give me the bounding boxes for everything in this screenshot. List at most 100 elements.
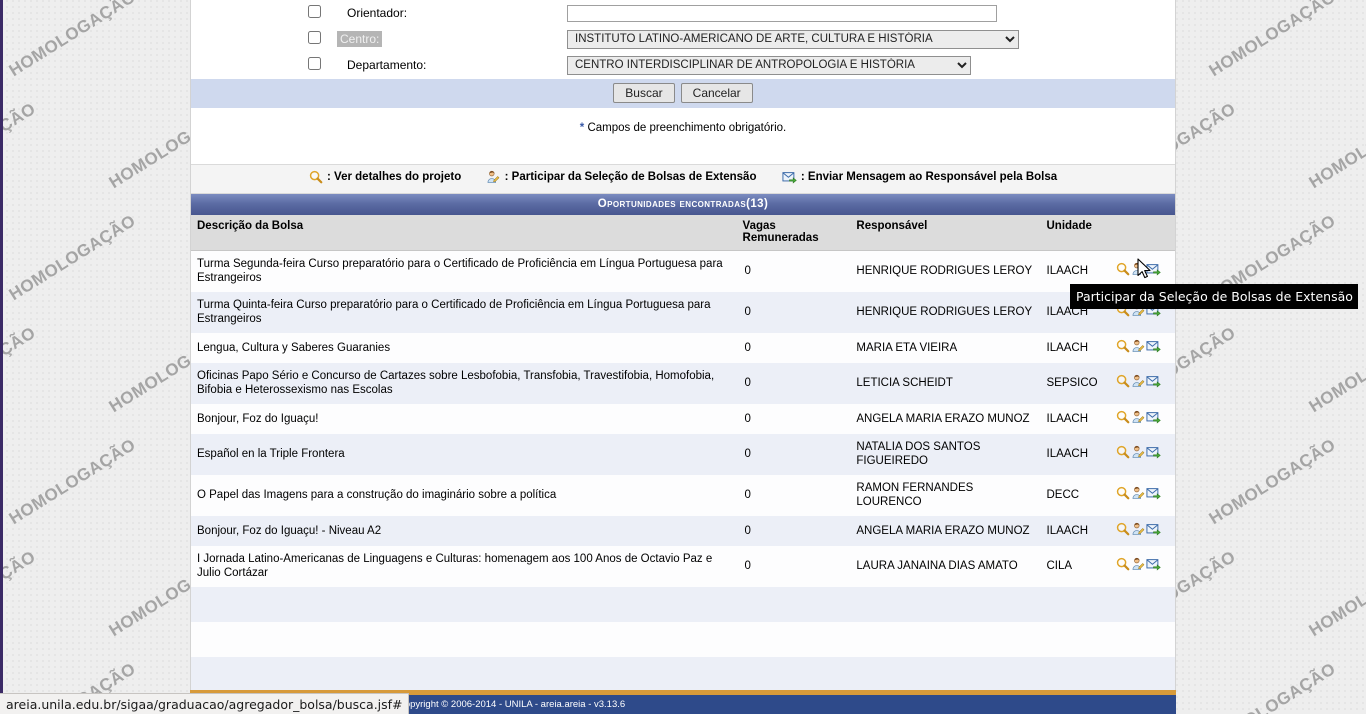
table-row: Lengua, Cultura y Saberes Guaranies 0 MARI… xyxy=(191,332,1175,363)
left-purple-border xyxy=(0,0,3,714)
cell-vagas: 0 xyxy=(744,488,751,501)
cell-vagas: 0 xyxy=(744,412,751,425)
field-cell-departamento: CENTRO INTERDISCIPLINAR DE ANTROPOLOGIA … xyxy=(567,52,1175,78)
table-row-blank xyxy=(191,656,1175,692)
field-cell-centro: INSTITUTO LATINO-AMERICANO DE ARTE, CULT… xyxy=(567,26,1175,52)
cell-vagas: 0 xyxy=(744,524,751,537)
checkbox-cell-orientador xyxy=(191,0,337,26)
form-row-departamento: Departamento: CENTRO INTERDISCIPLINAR DE… xyxy=(191,52,1175,78)
results-table: Descrição da Bolsa Vagas Remuneradas Res… xyxy=(191,215,1175,714)
magnifier-icon[interactable] xyxy=(1116,263,1130,279)
send-mail-icon[interactable] xyxy=(1146,411,1161,427)
watermark-text: HOMOLOGAÇÃO xyxy=(1305,323,1366,417)
send-mail-icon[interactable] xyxy=(1146,523,1161,539)
cell-unidade: ILAACH xyxy=(1046,412,1089,425)
checkbox-orientador[interactable] xyxy=(307,5,321,18)
cell-blank xyxy=(191,657,1175,692)
user-edit-icon[interactable] xyxy=(1131,522,1145,539)
cell-unidade: SEPSICO xyxy=(1046,377,1098,390)
watermark-text: HOMOLOGAÇÃO xyxy=(5,435,140,529)
cell-actions xyxy=(1114,475,1175,516)
cancel-button[interactable]: Cancelar xyxy=(680,83,753,103)
table-legend: : Ver detalhes do projeto : Participar d… xyxy=(191,164,1175,194)
legend-item-participar: : Participar da Seleção de Bolsas de Ext… xyxy=(486,170,756,187)
magnifier-icon[interactable] xyxy=(1116,522,1130,539)
cell-vagas: 0 xyxy=(744,265,751,278)
cell-vagas: 0 xyxy=(744,560,751,573)
column-header-descricao: Descrição da Bolsa xyxy=(191,215,739,251)
cell-actions xyxy=(1114,516,1175,546)
table-row: Turma Quinta-feira Curso preparatório pa… xyxy=(191,291,1175,333)
send-mail-icon[interactable] xyxy=(1146,305,1161,320)
cell-responsavel: ANGELA MARIA ERAZO MUNOZ xyxy=(856,412,1030,425)
table-row-blank xyxy=(191,586,1175,622)
column-header-vagas: Vagas Remuneradas xyxy=(738,215,853,251)
watermark-text: HOMOLOGAÇÃO xyxy=(0,323,40,417)
watermark-text: HOMOLOGAÇÃO xyxy=(0,99,40,193)
magnifier-icon[interactable] xyxy=(1116,303,1130,320)
user-edit-icon[interactable] xyxy=(1131,303,1145,320)
cell-responsavel: HENRIQUE RODRIGUES LEROY xyxy=(856,305,1033,318)
user-edit-icon[interactable] xyxy=(1131,446,1145,462)
magnifier-icon[interactable] xyxy=(1116,486,1130,503)
watermark-text: HOMOLOGAÇÃO xyxy=(1305,547,1366,641)
column-header-unidade: Unidade xyxy=(1042,215,1114,251)
cell-responsavel: ANGELA MARIA ERAZO MUNOZ xyxy=(856,524,1030,537)
table-row: Oficinas Papo Sério e Concurso de Cartaz… xyxy=(191,362,1175,404)
input-orientador[interactable] xyxy=(567,4,997,22)
select-departamento[interactable]: CENTRO INTERDISCIPLINAR DE ANTROPOLOGIA … xyxy=(567,55,971,75)
column-header-actions xyxy=(1113,215,1175,251)
send-mail-icon[interactable] xyxy=(1146,559,1161,574)
watermark-text: HOMOLOGAÇÃO xyxy=(5,211,140,305)
cell-descricao: Turma Segunda-feira Curso preparatório p… xyxy=(197,258,723,285)
checkbox-centro[interactable] xyxy=(307,31,321,44)
user-edit-icon[interactable] xyxy=(1131,339,1145,356)
user-edit-icon[interactable] xyxy=(1131,263,1145,279)
legend-label-enviar-mensagem: : Enviar Mensagem ao Responsável pela Bo… xyxy=(800,171,1058,183)
magnifier-icon[interactable] xyxy=(1116,374,1130,391)
watermark-text: HOMOLOGAÇÃO xyxy=(1205,0,1340,81)
label-cell-orientador: Orientador: xyxy=(337,0,567,26)
cell-actions xyxy=(1114,404,1175,434)
results-title-bar: Oportunidades encontradas(13) xyxy=(191,194,1175,215)
legend-label-ver-detalhes: : Ver detalhes do projeto xyxy=(327,171,462,183)
magnifier-icon[interactable] xyxy=(1116,410,1130,427)
cell-responsavel: MARIA ETA VIEIRA xyxy=(856,341,958,354)
cell-actions xyxy=(1114,546,1175,587)
results-body: Turma Segunda-feira Curso preparatório p… xyxy=(191,250,1175,714)
page-root: HOMOLOGAÇÃO HOMOLOGAÇÃO HOMOLOGAÇÃO HOMOLOG… xyxy=(0,0,1366,714)
column-header-vagas-line1: Vagas xyxy=(742,220,776,232)
cell-unidade: ILAACH xyxy=(1046,341,1089,354)
search-button[interactable]: Buscar xyxy=(613,83,675,103)
magnifier-icon[interactable] xyxy=(1116,339,1130,356)
cell-responsavel: NATALIA DOS SANTOS FIGUEIREDO xyxy=(856,441,981,468)
cell-unidade: ILAACH xyxy=(1046,448,1089,461)
cell-vagas: 0 xyxy=(744,377,751,390)
cell-descricao: Lengua, Cultura y Saberes Guaranies xyxy=(197,341,391,354)
magnifier-icon xyxy=(309,170,326,187)
select-centro[interactable]: INSTITUTO LATINO-AMERICANO DE ARTE, CULT… xyxy=(567,29,1019,49)
cell-descricao: Bonjour, Foz do Iguaçu! xyxy=(197,412,319,425)
form-button-bar: Buscar Cancelar xyxy=(191,78,1175,108)
user-edit-icon xyxy=(486,170,503,187)
send-mail-icon[interactable] xyxy=(1146,264,1161,279)
send-mail-icon[interactable] xyxy=(1146,340,1161,356)
results-header-row: Descrição da Bolsa Vagas Remuneradas Res… xyxy=(191,215,1175,251)
cell-responsavel: LAURA JANAINA DIAS AMATO xyxy=(856,560,1018,573)
cell-responsavel: LETICIA SCHEIDT xyxy=(856,377,953,390)
search-form: Orientador: Centro: INSTITUTO LATINO-AME… xyxy=(191,0,1175,108)
magnifier-icon[interactable] xyxy=(1116,557,1130,574)
form-row-centro: Centro: INSTITUTO LATINO-AMERICANO DE AR… xyxy=(191,26,1175,52)
legend-label-participar: : Participar da Seleção de Bolsas de Ext… xyxy=(504,171,757,183)
user-edit-icon[interactable] xyxy=(1131,374,1145,391)
table-row: I Jornada Latino-Americanas de Linguagen… xyxy=(191,545,1175,587)
user-edit-icon[interactable] xyxy=(1131,557,1145,574)
magnifier-icon[interactable] xyxy=(1116,446,1130,462)
send-mail-icon[interactable] xyxy=(1146,488,1161,503)
user-edit-icon[interactable] xyxy=(1131,486,1145,503)
send-mail-icon[interactable] xyxy=(1146,376,1161,391)
send-mail-icon[interactable] xyxy=(1146,447,1161,462)
checkbox-departamento[interactable] xyxy=(307,57,321,70)
required-star-icon: * xyxy=(579,122,585,134)
user-edit-icon[interactable] xyxy=(1131,410,1145,427)
